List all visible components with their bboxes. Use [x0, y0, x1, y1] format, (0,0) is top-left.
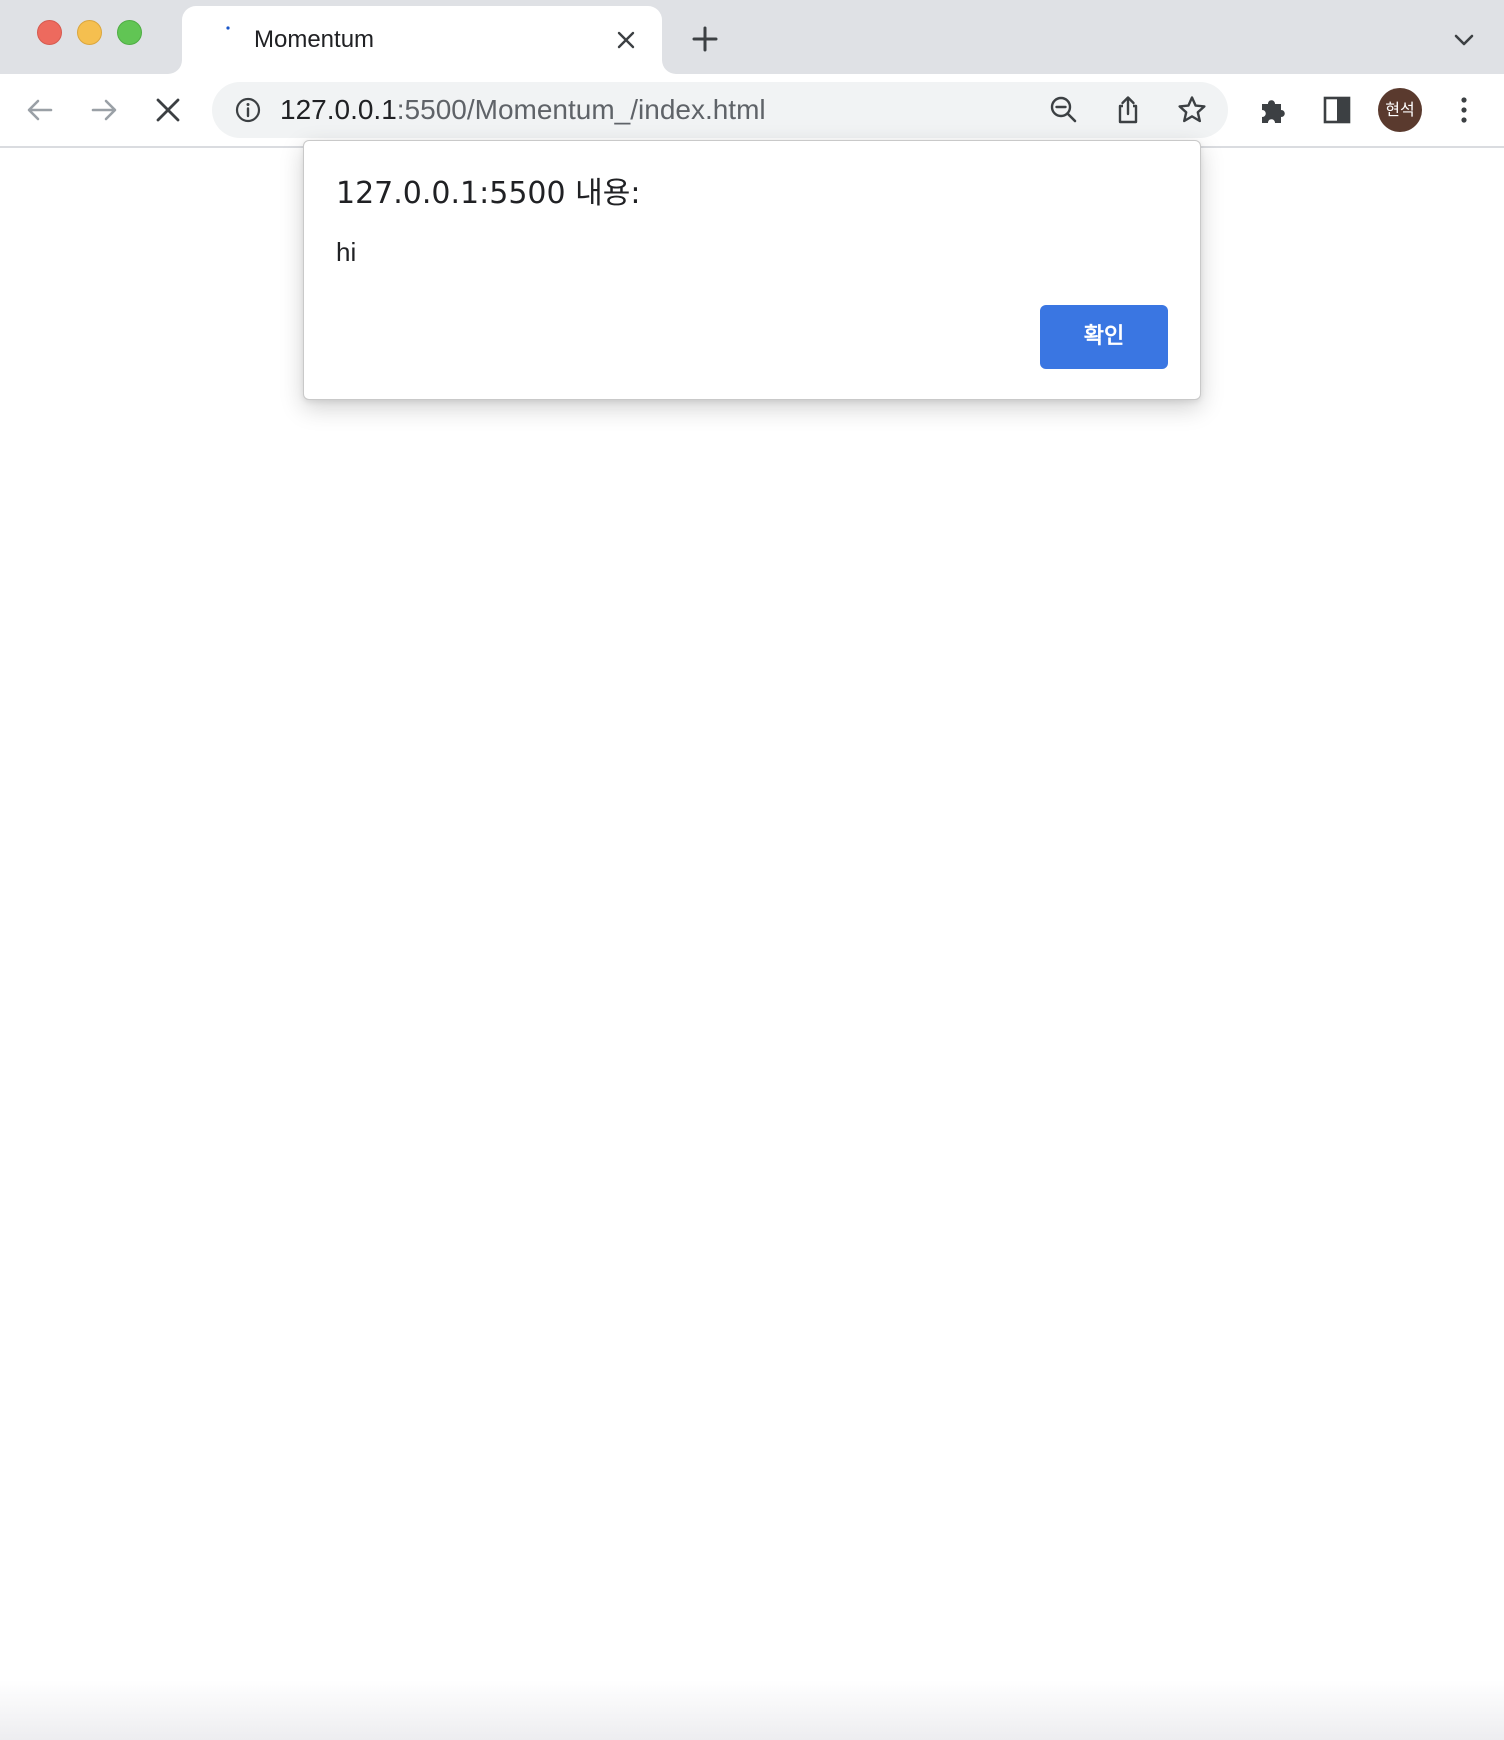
info-icon[interactable] [234, 96, 262, 124]
tab-title: Momentum [254, 26, 375, 53]
url-path: :5500/Momentum_/index.html [396, 94, 766, 125]
chevron-down-icon[interactable] [1452, 30, 1476, 50]
plus-icon[interactable] [690, 24, 720, 54]
tab-strip: Momentum [0, 0, 1504, 74]
window-minimize-button[interactable] [77, 20, 102, 45]
zoom-out-icon[interactable] [1048, 94, 1080, 126]
url-text[interactable]: 127.0.0.1:5500/Momentum_/index.html [280, 95, 766, 125]
url-host: 127.0.0.1 [280, 94, 397, 125]
window-bottom-edge [0, 1680, 1504, 1740]
profile-avatar[interactable]: 현석 [1378, 88, 1422, 132]
browser-toolbar: 127.0.0.1:5500/Momentum_/index.html 현석 [0, 74, 1504, 148]
dialog-message: hi [336, 237, 357, 267]
puzzle-icon[interactable] [1256, 93, 1290, 127]
alert-dialog: 127.0.0.1:5500 내용: hi 확인 [303, 140, 1201, 400]
arrow-left-icon[interactable] [23, 93, 57, 127]
side-panel-icon[interactable] [1320, 93, 1354, 127]
close-icon[interactable] [614, 28, 638, 52]
loading-spinner-icon [226, 26, 230, 30]
browser-window: Momentum 127.0.0.1:5500/Momentum_/index.… [0, 0, 1504, 1740]
stop-loading-icon[interactable] [151, 93, 185, 127]
ok-button[interactable]: 확인 [1040, 305, 1168, 369]
tab-momentum[interactable]: Momentum [182, 6, 662, 74]
window-close-button[interactable] [37, 20, 62, 45]
share-icon[interactable] [1112, 94, 1144, 126]
arrow-right-icon[interactable] [87, 93, 121, 127]
window-zoom-button[interactable] [117, 20, 142, 45]
star-icon[interactable] [1176, 94, 1208, 126]
kebab-menu-icon[interactable] [1447, 93, 1481, 127]
address-bar[interactable]: 127.0.0.1:5500/Momentum_/index.html [212, 82, 1228, 138]
dialog-title: 127.0.0.1:5500 내용: [336, 176, 641, 211]
